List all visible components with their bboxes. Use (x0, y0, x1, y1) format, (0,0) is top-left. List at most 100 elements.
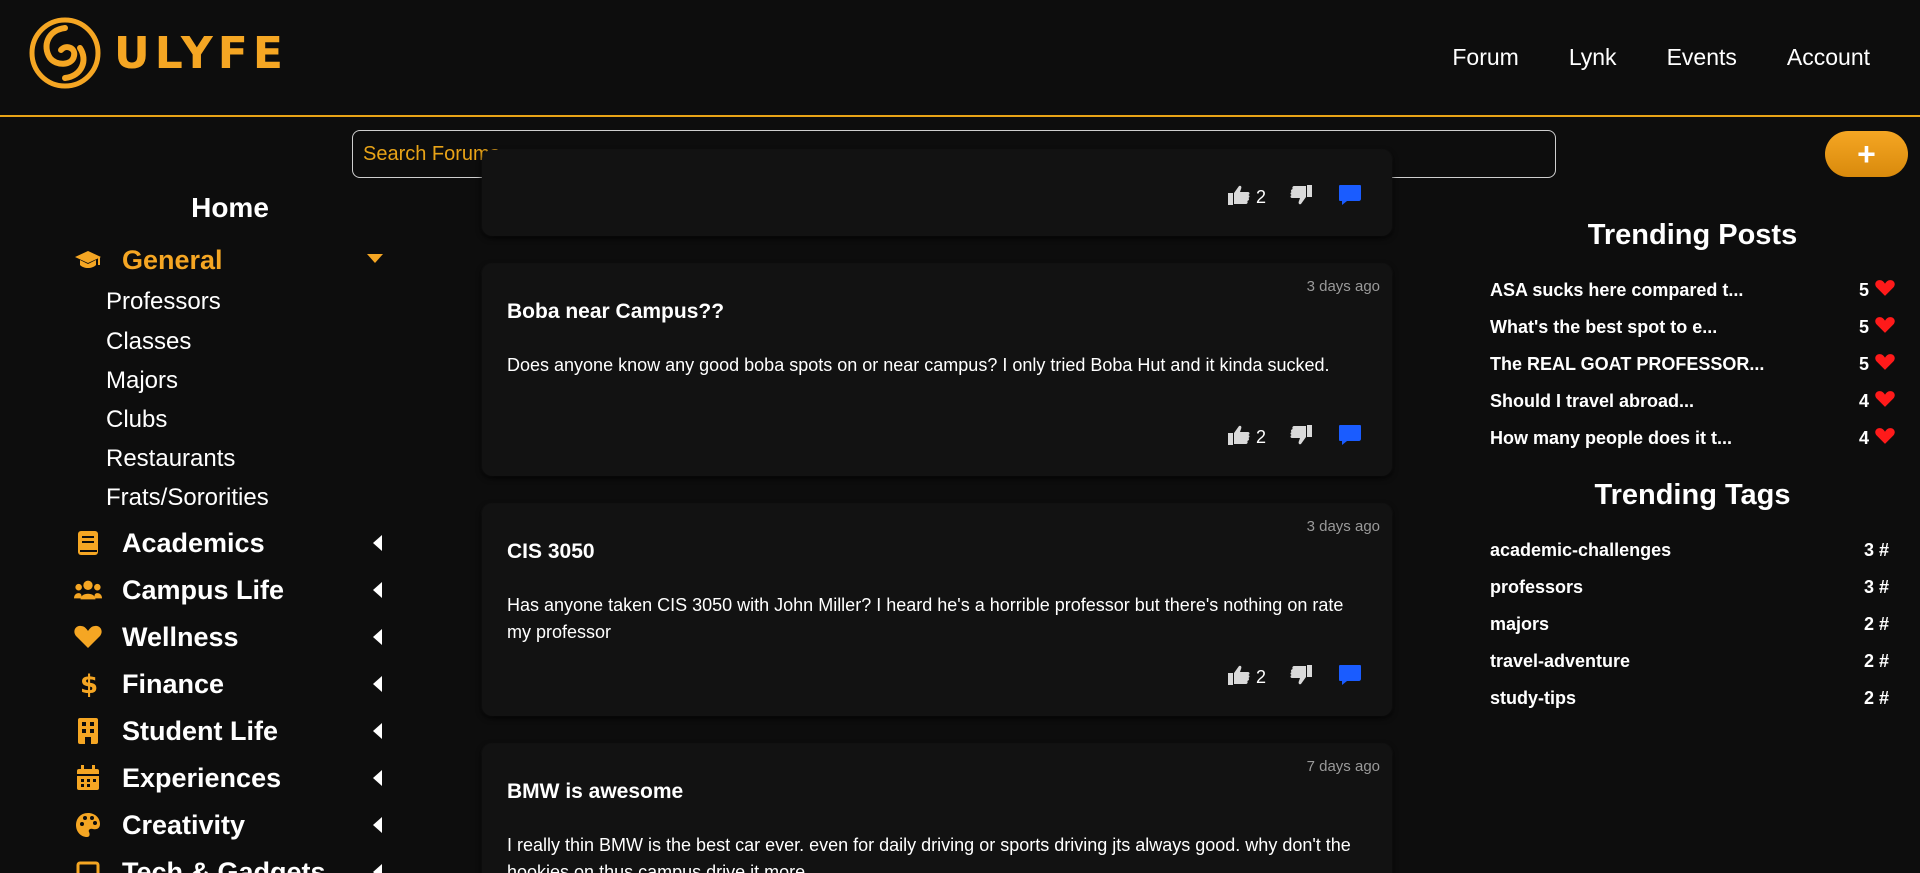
trending-tag-item[interactable]: travel-adventure 2 # (1490, 646, 1895, 676)
thumbs-down-icon[interactable] (1290, 665, 1312, 690)
post-title[interactable]: BMW is awesome (507, 780, 683, 804)
heart-icon (1875, 316, 1895, 339)
like-count: 2 (1255, 187, 1266, 207)
caret-left-icon[interactable] (372, 863, 384, 873)
trending-post-item[interactable]: How many people does it t... 4 (1490, 423, 1895, 453)
heart-icon (1875, 390, 1895, 413)
sidebar-item-creativity[interactable]: Creativity (74, 807, 384, 843)
sidebar-home[interactable]: Home (0, 192, 400, 224)
book-icon (74, 529, 102, 557)
sidebar-item-experiences[interactable]: Experiences (74, 760, 384, 796)
trending-tags-heading: Trending Tags (1594, 479, 1791, 511)
heart-icon (1875, 427, 1895, 450)
thumbs-up-icon[interactable] (1227, 425, 1250, 450)
dollar-icon: $ (74, 670, 102, 698)
trending-tag-item[interactable]: study-tips 2 # (1490, 683, 1895, 713)
trending-post-count: 5 (1858, 316, 1869, 337)
trending-post-item[interactable]: Should I travel abroad... 4 (1490, 386, 1895, 416)
nav-lynk[interactable]: Lynk (1569, 44, 1617, 71)
building-icon (74, 717, 102, 745)
like-count: 2 (1255, 667, 1266, 687)
trending-tag-item[interactable]: professors 3 # (1490, 572, 1895, 602)
sidebar-home-label: Home (191, 192, 269, 223)
sidebar-item-general[interactable]: General (74, 242, 384, 278)
trending-post-count: 5 (1858, 353, 1869, 374)
post-time: 3 days ago (1306, 278, 1380, 295)
trending-post-count: 4 (1858, 390, 1869, 411)
trending-post-count: 4 (1858, 427, 1869, 448)
comment-icon[interactable] (1338, 664, 1362, 691)
sidebar-subitem-restaurants[interactable]: Restaurants (106, 445, 235, 473)
post-title[interactable]: Boba near Campus?? (507, 300, 724, 324)
calendar-icon (74, 764, 102, 792)
nav-events[interactable]: Events (1667, 44, 1737, 71)
caret-left-icon[interactable] (372, 628, 384, 651)
sidebar-item-tech-gadgets[interactable]: Tech & Gadgets (74, 854, 384, 873)
post-card[interactable]: 3 days ago Boba near Campus?? Does anyon… (482, 264, 1392, 476)
sidebar-subitem-majors[interactable]: Majors (106, 367, 178, 395)
caret-left-icon[interactable] (372, 816, 384, 839)
sidebar-subitem-clubs[interactable]: Clubs (106, 406, 167, 434)
trending-post-item[interactable]: What's the best spot to e... 5 (1490, 312, 1895, 342)
trending-tag-name: travel-adventure (1490, 650, 1631, 671)
laptop-icon (74, 858, 102, 873)
caret-left-icon[interactable] (372, 722, 384, 745)
post-body: Has anyone taken CIS 3050 with John Mill… (507, 595, 1344, 642)
nav-account[interactable]: Account (1787, 44, 1870, 71)
caret-left-icon[interactable] (372, 581, 384, 604)
trending-post-count: 5 (1858, 279, 1869, 300)
heart-icon (1875, 353, 1895, 376)
trending-tag-count: 2 # (1863, 650, 1889, 671)
nav-forum[interactable]: Forum (1452, 44, 1518, 71)
sidebar-item-student-life[interactable]: Student Life (74, 713, 384, 749)
graduation-cap-icon (74, 246, 102, 274)
post-actions: 2 (1227, 424, 1362, 451)
trending-post-item[interactable]: The REAL GOAT PROFESSOR... 5 (1490, 349, 1895, 379)
comment-icon[interactable] (1338, 424, 1362, 451)
caret-left-icon[interactable] (372, 769, 384, 792)
top-header: ULYFE Forum Lynk Events Account (0, 0, 1920, 117)
thumbs-up-icon[interactable] (1227, 185, 1250, 210)
caret-left-icon[interactable] (372, 534, 384, 557)
caret-down-icon[interactable] (366, 251, 384, 269)
trending-post-title: How many people does it t... (1490, 427, 1733, 448)
trending-post-title: What's the best spot to e... (1490, 316, 1718, 337)
sidebar-item-label: Finance (122, 668, 225, 699)
main-nav: Forum Lynk Events Account (1402, 44, 1870, 71)
sidebar-item-campus-life[interactable]: Campus Life (74, 572, 384, 608)
sidebar-item-label: Creativity (122, 809, 246, 840)
caret-left-icon[interactable] (372, 675, 384, 698)
post-card[interactable]: 3 days ago CIS 3050 Has anyone taken CIS… (482, 504, 1392, 716)
trending-tag-item[interactable]: academic-challenges 3 # (1490, 535, 1895, 565)
post-card[interactable]: 7 days ago BMW is awesome I really thin … (482, 744, 1392, 873)
sidebar-item-finance[interactable]: $ Finance (74, 666, 384, 702)
logo[interactable]: ULYFE (28, 16, 288, 90)
sidebar-subitem-classes[interactable]: Classes (106, 328, 191, 356)
comment-icon[interactable] (1338, 184, 1362, 211)
thumbs-down-icon[interactable] (1290, 185, 1312, 210)
thumbs-down-icon[interactable] (1290, 425, 1312, 450)
sidebar-subitem-professors[interactable]: Professors (106, 288, 221, 316)
sidebar-item-label: Tech & Gadgets (122, 856, 326, 873)
svg-text:$: $ (80, 670, 97, 698)
brand-name: ULYFE (114, 27, 288, 79)
sidebar-item-academics[interactable]: Academics (74, 525, 384, 561)
trending-tag-item[interactable]: majors 2 # (1490, 609, 1895, 639)
sidebar-item-label: Campus Life (122, 574, 285, 605)
sidebar-subitem-frats-sororities[interactable]: Frats/Sororities (106, 484, 269, 512)
trending-post-item[interactable]: ASA sucks here compared t... 5 (1490, 275, 1895, 305)
post-body: I really thin BMW is the best car ever. … (507, 835, 1351, 873)
post-card[interactable]: 2 (482, 150, 1392, 236)
new-post-button[interactable]: + (1825, 131, 1908, 177)
post-body: Does anyone know any good boba spots on … (507, 355, 1330, 375)
heart-icon (74, 623, 102, 651)
sidebar: Home General Professors Classes Majors C… (0, 190, 400, 873)
sidebar-item-label: Student Life (122, 715, 278, 746)
trending-post-title: Should I travel abroad... (1490, 390, 1695, 411)
sidebar-item-wellness[interactable]: Wellness (74, 619, 384, 655)
trending-tag-count: 2 # (1863, 687, 1889, 708)
trending-tag-name: academic-challenges (1490, 539, 1672, 560)
post-actions: 2 (1227, 664, 1362, 691)
post-title[interactable]: CIS 3050 (507, 540, 595, 564)
thumbs-up-icon[interactable] (1227, 665, 1250, 690)
